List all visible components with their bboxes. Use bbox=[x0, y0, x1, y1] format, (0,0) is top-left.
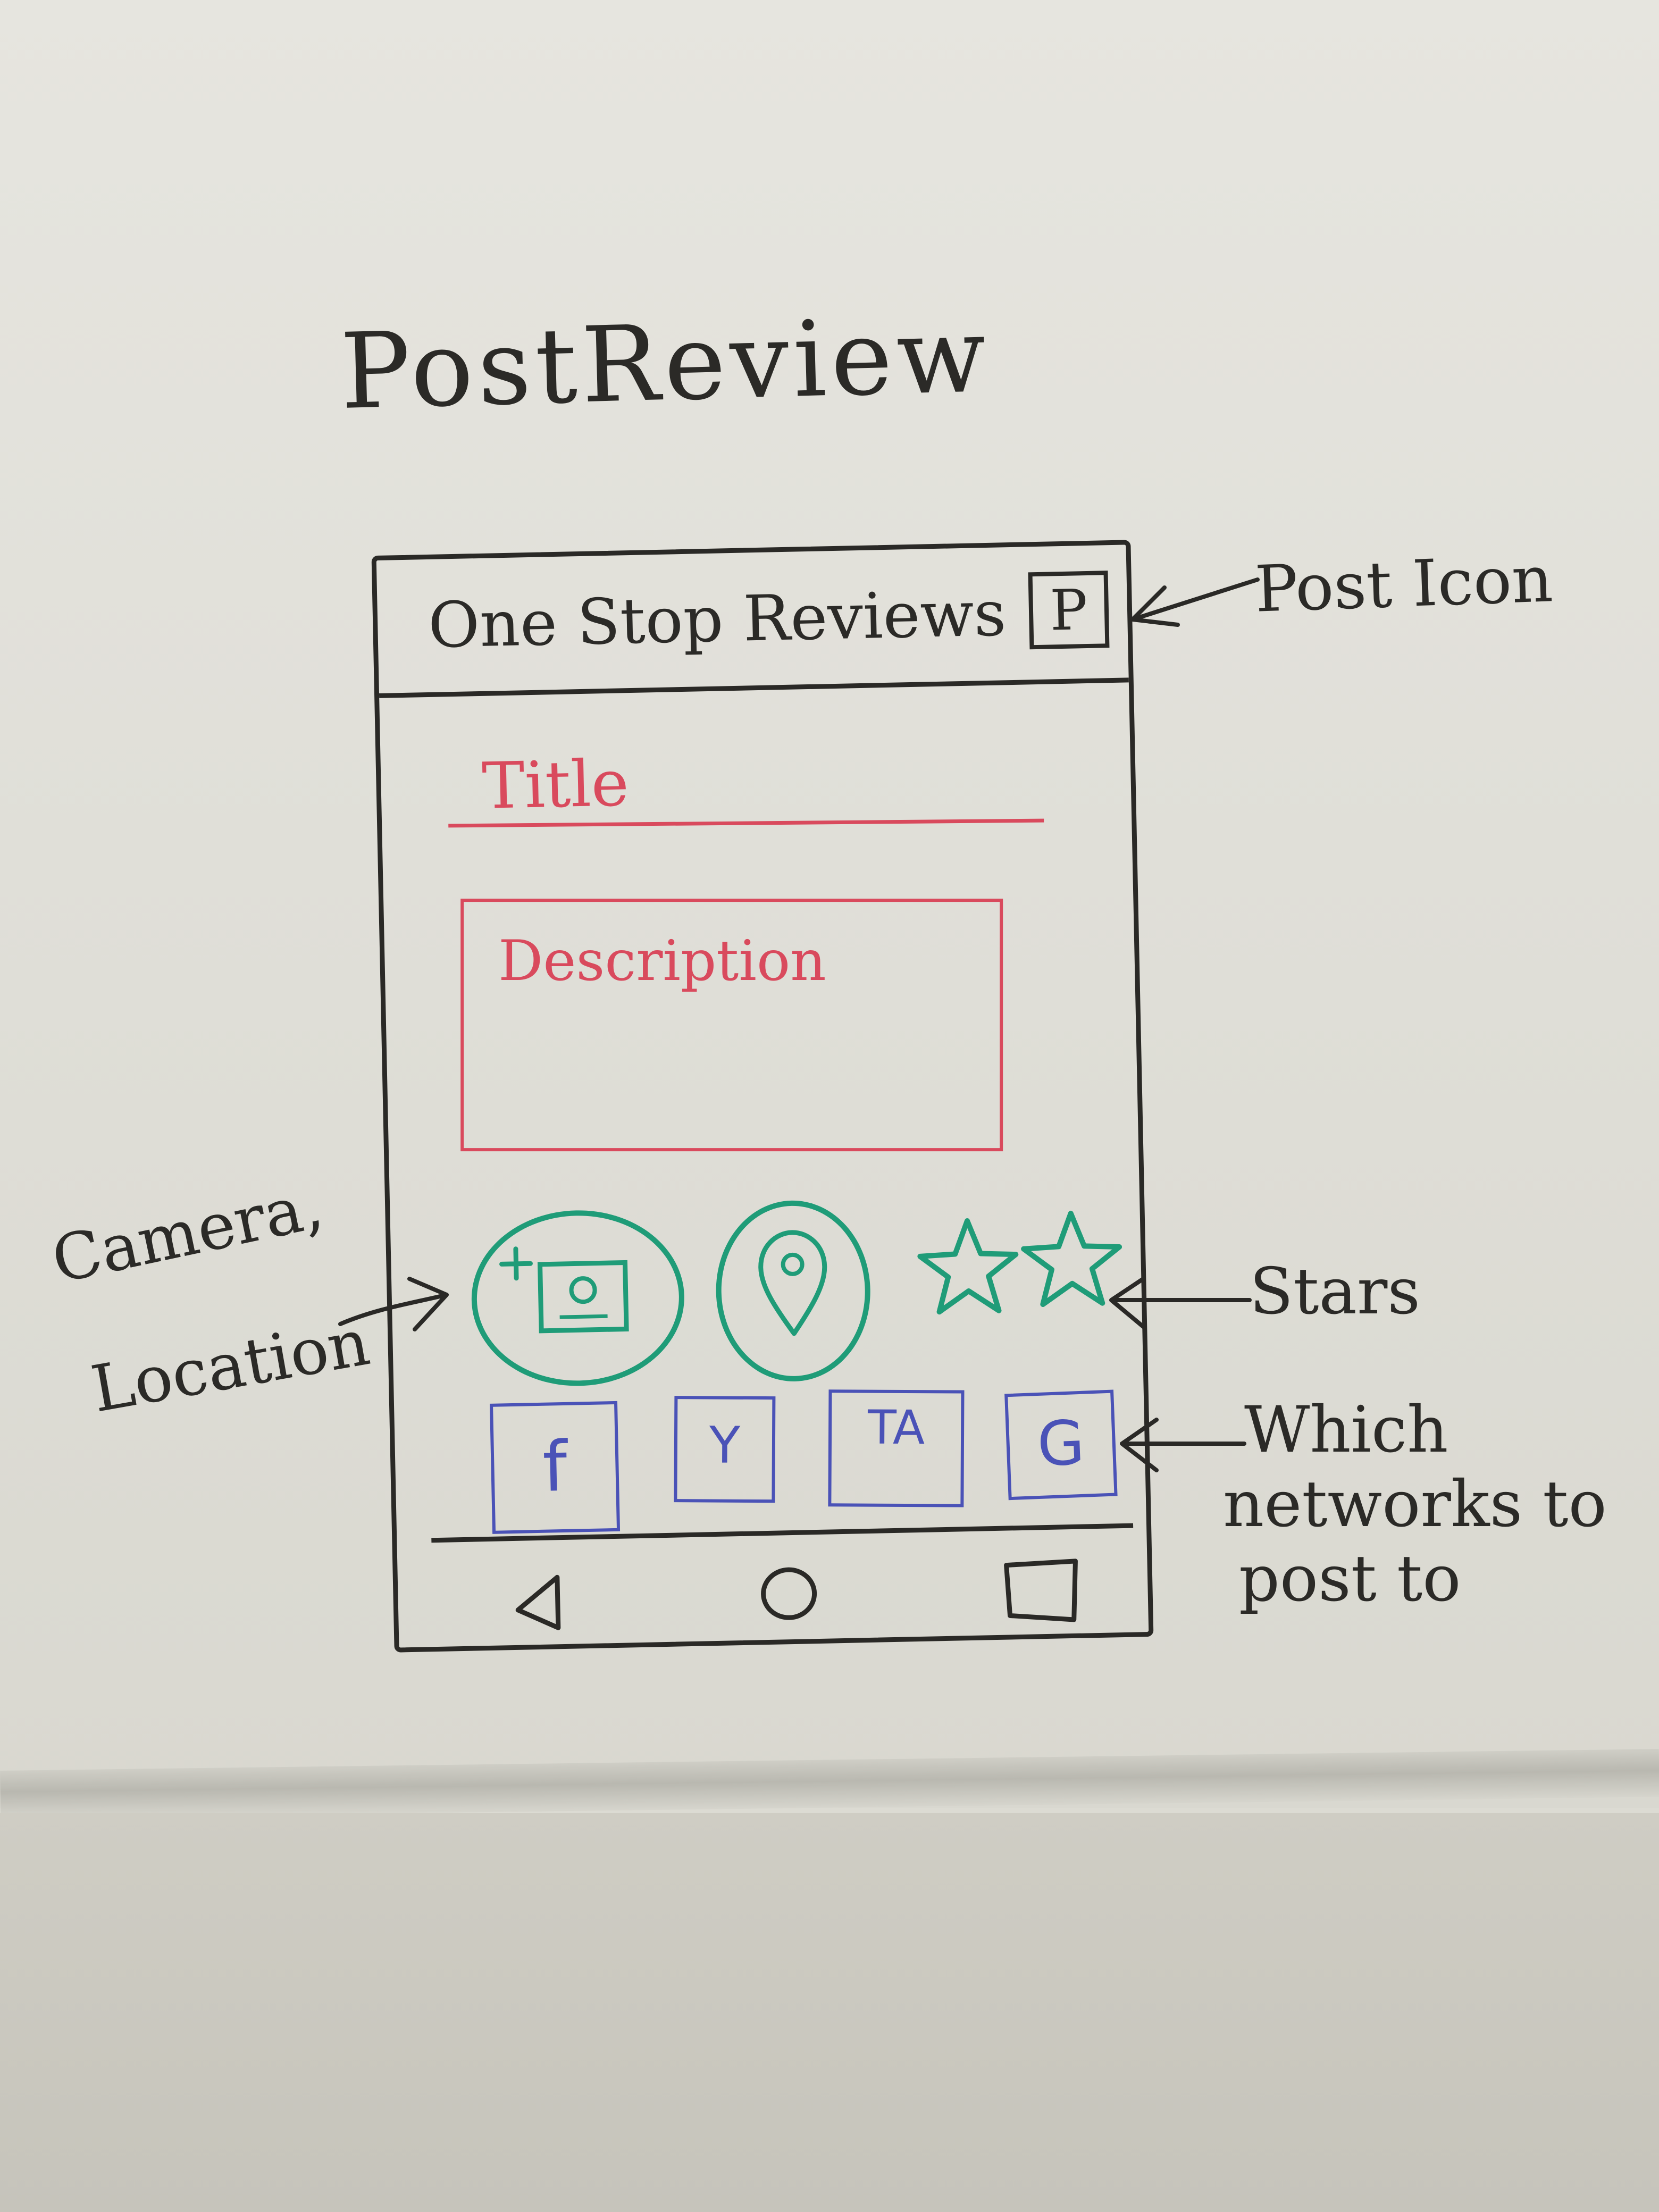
camera-plus-icon bbox=[499, 1246, 629, 1334]
star-rating-2[interactable] bbox=[1018, 1207, 1126, 1310]
annotation-arrow-post-icon bbox=[1130, 577, 1260, 627]
back-icon[interactable] bbox=[507, 1569, 572, 1639]
annotation-stars: Stars bbox=[1250, 1255, 1420, 1329]
post-button[interactable]: P bbox=[1028, 571, 1110, 650]
title-input[interactable]: Title bbox=[481, 747, 630, 824]
facebook-icon[interactable]: f bbox=[489, 1401, 621, 1534]
wall bbox=[0, 1813, 1659, 2212]
annotation-networks-line2: networks to bbox=[1223, 1468, 1607, 1541]
app-bar: One Stop Reviews P bbox=[376, 544, 1129, 698]
location-button[interactable] bbox=[714, 1199, 873, 1383]
star-rating-1[interactable] bbox=[914, 1214, 1023, 1318]
home-icon[interactable] bbox=[753, 1561, 824, 1627]
sketch-heading: PostReview bbox=[339, 295, 992, 433]
app-title: One Stop Reviews bbox=[427, 576, 1007, 662]
annotation-networks-line3: post to bbox=[1239, 1542, 1461, 1616]
phone-frame: One Stop Reviews P Title Description f Y… bbox=[371, 540, 1154, 1653]
description-placeholder: Description bbox=[498, 928, 826, 994]
recent-apps-icon[interactable] bbox=[998, 1553, 1085, 1629]
location-pin-icon bbox=[758, 1230, 827, 1336]
camera-button[interactable] bbox=[470, 1208, 686, 1388]
yelp-icon[interactable]: Y bbox=[674, 1396, 776, 1503]
navigation-bar bbox=[431, 1523, 1136, 1652]
google-icon[interactable]: G bbox=[1004, 1389, 1118, 1501]
tripadvisor-icon[interactable]: TA bbox=[828, 1389, 965, 1507]
annotation-networks-line1: Which bbox=[1244, 1393, 1448, 1467]
description-input[interactable]: Description bbox=[460, 899, 1003, 1152]
annotation-post-icon: Post Icon bbox=[1253, 542, 1554, 627]
